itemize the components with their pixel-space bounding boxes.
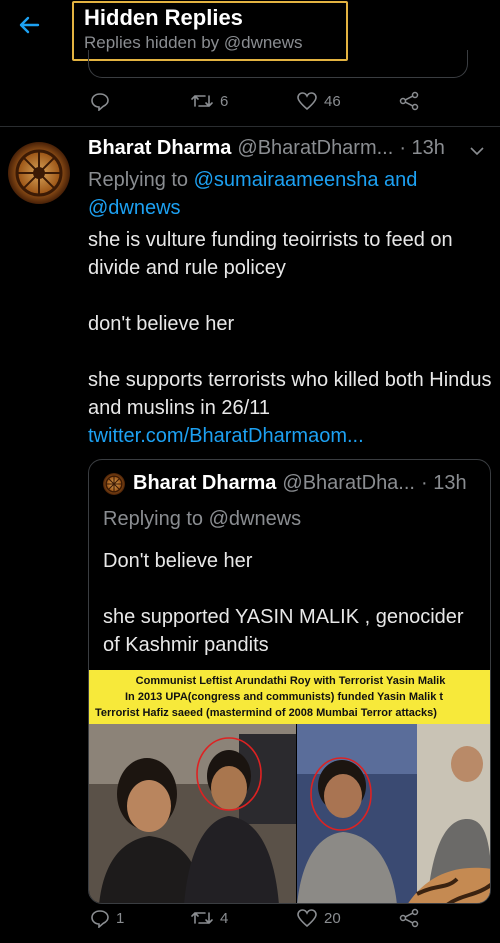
quoted-replying-to: Replying to @dwnews [103, 508, 302, 530]
photo-people-image [297, 724, 490, 903]
previous-tweet-actions: 6 46 [0, 88, 500, 114]
quoted-text-line: she supported YASIN MALIK , genocider of… [103, 606, 464, 656]
retweet-button[interactable]: 4 [190, 905, 228, 931]
like-count: 20 [324, 909, 341, 927]
author-name[interactable]: Bharat Dharma [88, 137, 231, 160]
quoted-tweet-time: · 13h [420, 472, 467, 494]
previous-quote-card-edge [88, 50, 468, 78]
quoted-avatar [103, 472, 125, 495]
retweet-count: 4 [220, 909, 229, 927]
quoted-author-handle: @BharatDha... [282, 472, 415, 494]
reply-icon [91, 910, 109, 928]
and-text: and [378, 169, 418, 191]
divider [0, 126, 500, 127]
share-icon [399, 908, 419, 928]
wheel-logo-icon [105, 474, 123, 493]
author-handle[interactable]: @BharatDharm... [237, 137, 393, 160]
quoted-text-line: Don't believe her [103, 550, 253, 572]
photo-right[interactable] [297, 724, 490, 903]
banner-line: In 2013 UPA(congress and communists) fun… [125, 691, 444, 703]
mention-link[interactable]: @dwnews [88, 197, 181, 219]
retweet-count: 6 [220, 92, 229, 110]
wheel-logo-icon [15, 149, 63, 197]
tweet-link[interactable]: twitter.com/BharatDharmaom... [88, 422, 493, 450]
photo-left[interactable] [89, 724, 296, 903]
replying-to: Replying to @sumairaameensha and @dwnews [88, 166, 488, 222]
retweet-icon [191, 95, 213, 107]
quoted-tweet-card[interactable]: Bharat Dharma @BharatDha... · 13h Replyi… [88, 459, 491, 904]
tweet-text-line: don't believe her [88, 313, 235, 335]
chevron-down-icon[interactable] [469, 144, 485, 158]
retweet-icon [191, 912, 213, 924]
quoted-author-name: Bharat Dharma [133, 472, 277, 494]
quoted-tweet-header: Bharat Dharma @BharatDha... · 13h [103, 472, 483, 495]
back-button[interactable] [14, 10, 44, 40]
replying-prefix: Replying to [88, 169, 194, 191]
reply-button[interactable] [90, 88, 110, 114]
reply-icon [91, 93, 109, 111]
retweet-button[interactable]: 6 [190, 88, 228, 114]
arrow-left-icon [19, 16, 40, 34]
tweet-text-line: she is vulture funding teoirrists to fee… [88, 229, 453, 279]
share-button[interactable] [398, 88, 420, 114]
share-button[interactable] [398, 905, 420, 931]
banner-line: Communist Leftist Arundathi Roy with Ter… [135, 675, 446, 687]
heart-icon [297, 909, 317, 928]
reply-button[interactable]: 1 [90, 905, 124, 931]
tweet-header: Bharat Dharma @BharatDharm... · 13h [88, 137, 493, 165]
mention-link[interactable]: @sumairaameensha [194, 169, 379, 191]
like-button[interactable]: 20 [296, 905, 341, 931]
image-caption-banner: Communist Leftist Arundathi Roy with Ter… [89, 670, 490, 724]
share-icon [399, 91, 419, 111]
reply-count: 1 [116, 909, 125, 927]
tweet-time: · 13h [399, 137, 445, 159]
photo-people-image [89, 724, 296, 903]
page-title: Hidden Replies [84, 5, 243, 30]
tweet-actions: 1 4 20 [0, 905, 500, 931]
banner-line: Terrorist Hafiz saeed (mastermind of 200… [95, 707, 437, 719]
avatar[interactable] [8, 142, 70, 204]
like-count: 46 [324, 92, 341, 110]
tweet-text-line: she supports terrorists who killed both … [88, 369, 492, 419]
like-button[interactable]: 46 [296, 88, 341, 114]
heart-icon [297, 92, 317, 111]
